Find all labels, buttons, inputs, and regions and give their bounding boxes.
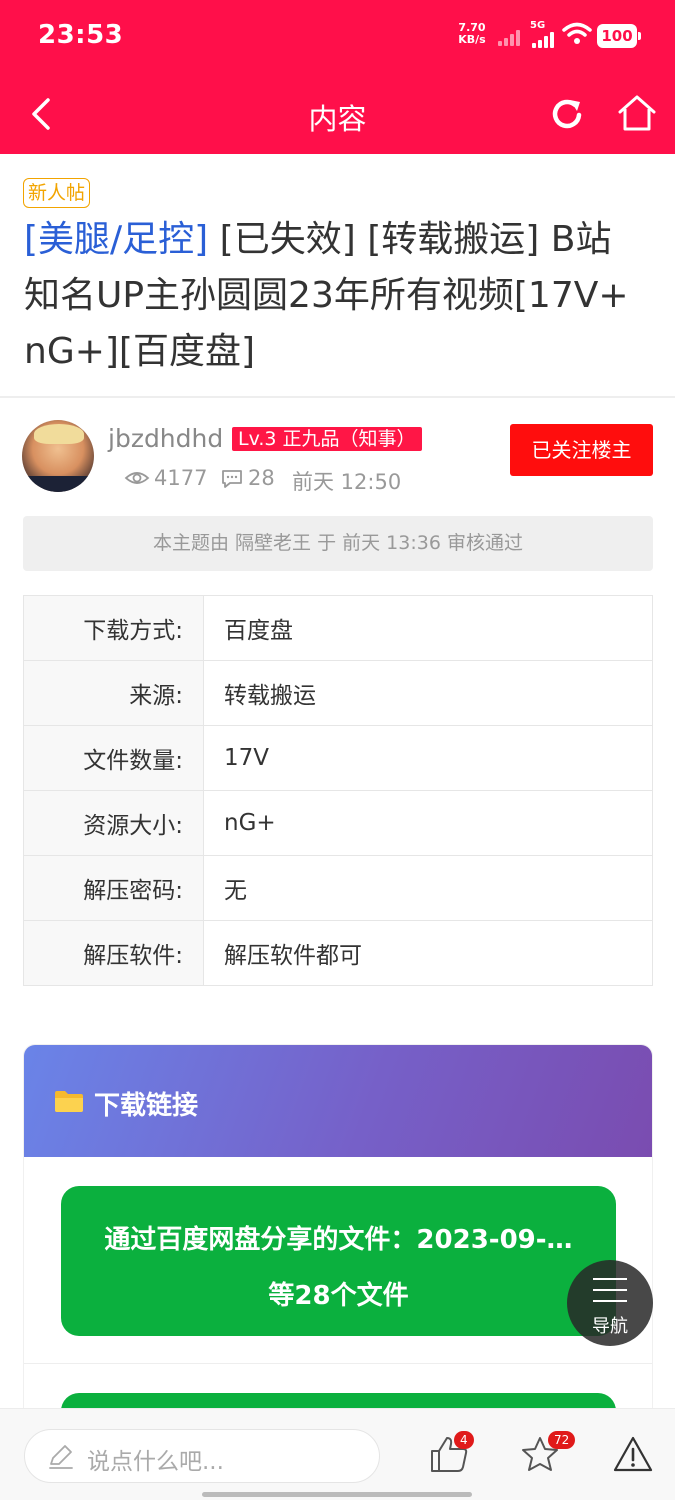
table-row: 来源: 转载搬运 [23, 660, 653, 726]
comment-placeholder: 说点什么吧... [87, 1449, 224, 1475]
menu-icon [593, 1278, 627, 1311]
status-time: 23:53 [38, 20, 124, 50]
table-row: 解压密码: 无 [23, 855, 653, 921]
floating-nav-label: 导航 [592, 1316, 628, 1337]
table-row: 文件数量: 17V [23, 725, 653, 791]
comment-icon [222, 470, 242, 488]
info-value: 无 [203, 855, 653, 921]
info-value: 转载搬运 [203, 660, 653, 726]
home-icon[interactable] [616, 92, 658, 134]
download-card: 下载链接 通过百度网盘分享的文件：2023-09-… 等28个文件 [23, 1044, 653, 1424]
info-key: 文件数量: [23, 725, 204, 791]
signal-icon [498, 28, 524, 46]
info-value: 百度盘 [203, 595, 653, 661]
divider [0, 396, 675, 398]
avatar[interactable] [22, 420, 94, 492]
info-value: nG+ [203, 790, 653, 856]
info-key: 来源: [23, 660, 204, 726]
post-title: [美腿/足控] [已失效] [转载搬运] B站知名UP主孙圆圆23年所有视频[1… [24, 212, 644, 380]
battery-icon: 100 [597, 24, 641, 48]
info-key: 解压软件: [23, 920, 204, 986]
download-header-label: 下载链接 [94, 1091, 199, 1121]
info-value: 17V [203, 725, 653, 791]
table-row: 下载方式: 百度盘 [23, 595, 653, 661]
table-row: 资源大小: nG+ [23, 790, 653, 856]
info-key: 资源大小: [23, 790, 204, 856]
home-indicator [202, 1492, 472, 1497]
folder-icon [55, 1091, 83, 1112]
download-header: 下载链接 [24, 1045, 652, 1157]
info-value: 解压软件都可 [203, 920, 653, 986]
top-nav-bar: 内容 [0, 74, 675, 154]
category-link[interactable]: [美腿/足控] [24, 219, 208, 260]
download-link-subtitle: 等28个文件 [268, 1281, 409, 1311]
net-speed-unit: KB/s [458, 33, 486, 46]
table-row: 解压软件: 解压软件都可 [23, 920, 653, 986]
new-post-tag: 新人帖 [23, 178, 91, 208]
bottom-action-bar: 说点什么吧... 4 72 [0, 1408, 675, 1500]
comment-input[interactable]: 说点什么吧... [24, 1429, 380, 1483]
net-speed: 7.70 KB/s [456, 22, 488, 46]
like-count-badge: 4 [454, 1431, 474, 1449]
post-time: 前天 12:50 [292, 470, 402, 494]
refresh-icon[interactable] [548, 94, 588, 134]
level-badge: Lv.3 正九品（知事） [232, 427, 422, 451]
download-link-title: 通过百度网盘分享的文件：2023-09-… [104, 1225, 573, 1255]
wifi-icon [562, 22, 592, 44]
resource-info-table: 下载方式: 百度盘 来源: 转载搬运 文件数量: 17V 资源大小: nG+ 解… [23, 595, 653, 986]
pen-icon [49, 1445, 73, 1469]
post-page: 23:53 7.70 KB/s 5G 100 内容 新人帖 [美腿/足控] [已… [0, 0, 675, 1500]
report-warning-icon[interactable] [612, 1435, 654, 1473]
status-bar: 23:53 7.70 KB/s 5G 100 [0, 0, 675, 74]
info-key: 下载方式: [23, 595, 204, 661]
divider [24, 1363, 652, 1364]
info-key: 解压密码: [23, 855, 204, 921]
eye-icon [124, 472, 150, 484]
signal-5g-icon [532, 30, 558, 48]
comment-count: 28 [248, 466, 275, 490]
favorite-count-badge: 72 [548, 1431, 576, 1449]
floating-nav-button[interactable]: 导航 [567, 1260, 653, 1346]
download-link-button[interactable]: 通过百度网盘分享的文件：2023-09-… 等28个文件 [61, 1186, 616, 1336]
audit-notice: 本主题由 隔壁老王 于 前天 13:36 审核通过 [23, 516, 653, 571]
follow-button[interactable]: 已关注楼主 [510, 424, 653, 476]
author-name[interactable]: jbzdhdhd [108, 424, 223, 453]
view-count: 4177 [154, 466, 208, 490]
